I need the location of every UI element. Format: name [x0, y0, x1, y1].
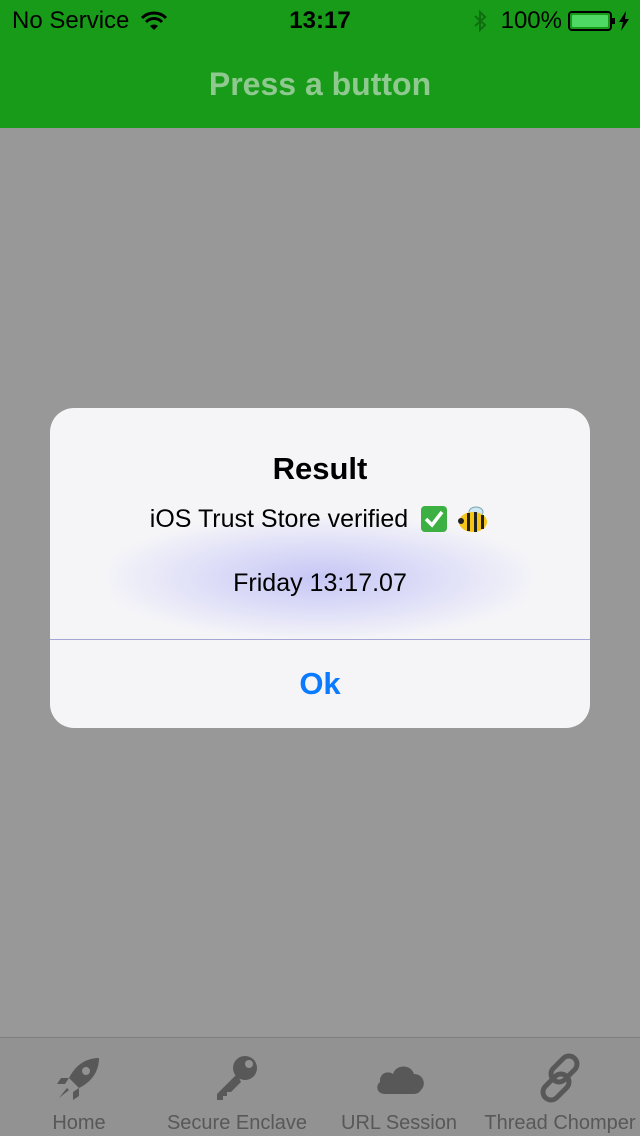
bolt-icon: [619, 11, 629, 31]
status-bar: No Service 13:17 100%: [0, 0, 640, 40]
nav-bar: Press a button: [0, 40, 640, 128]
bluetooth-icon: [473, 10, 487, 32]
rocket-icon: [57, 1058, 99, 1100]
tab-home[interactable]: Home: [0, 1038, 158, 1136]
link-icon: [540, 1053, 580, 1103]
tab-thread-chomper-label: Thread Chomper: [484, 1112, 636, 1134]
result-alert: Result iOS Trust Store verified Friday 1…: [50, 408, 590, 728]
alert-message: iOS Trust Store verified: [50, 504, 590, 534]
tab-secure-enclave-label: Secure Enclave: [166, 1112, 308, 1134]
cloud-icon: [377, 1066, 424, 1094]
tab-secure-enclave[interactable]: Secure Enclave: [158, 1038, 316, 1136]
alert-timestamp: Friday 13:17.07: [233, 569, 407, 597]
battery-icon: [568, 11, 615, 31]
tab-thread-chomper[interactable]: Thread Chomper: [480, 1038, 640, 1136]
ok-button[interactable]: Ok: [50, 640, 590, 728]
bee-icon: [458, 506, 488, 532]
alert-message-text: iOS Trust Store verified: [149, 504, 409, 533]
status-right: 100%: [473, 7, 630, 35]
tab-bar: Home Secure Enclave URL Session Thread C…: [0, 1037, 640, 1136]
tab-home-label: Home: [52, 1112, 106, 1134]
tab-url-session-label: URL Session: [341, 1112, 457, 1134]
tab-url-session[interactable]: URL Session: [318, 1038, 480, 1136]
battery-percent: 100%: [500, 7, 562, 34]
check-icon: [421, 506, 448, 532]
alert-title: Result: [272, 451, 368, 486]
key-icon: [217, 1056, 257, 1100]
nav-title: Press a button: [208, 66, 432, 102]
screen: No Service 13:17 100% Press a button Res…: [0, 0, 640, 1136]
